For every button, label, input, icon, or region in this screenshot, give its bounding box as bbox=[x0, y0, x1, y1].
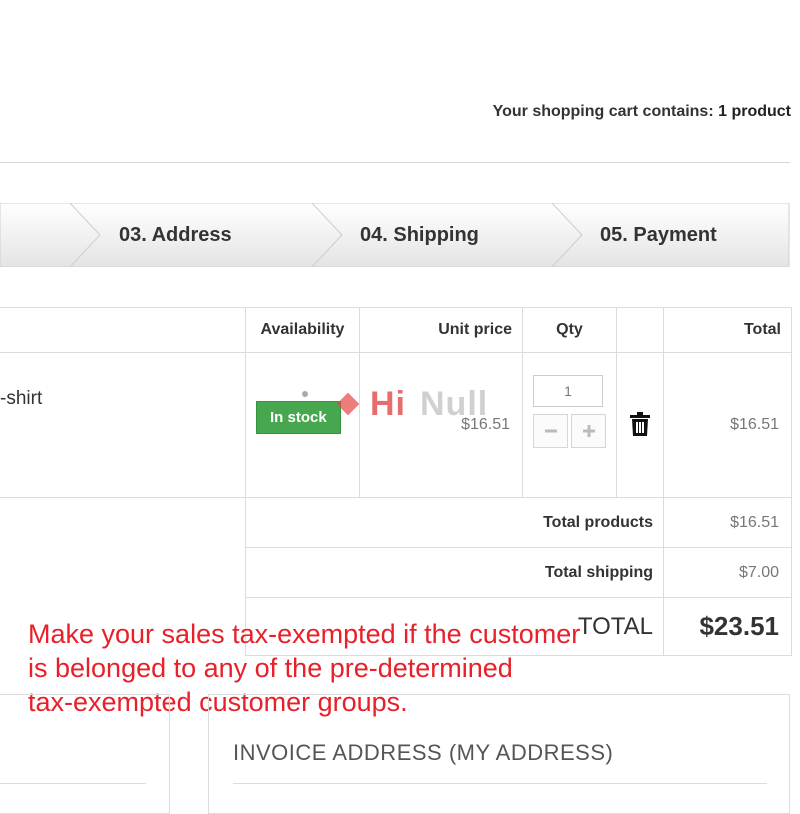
total-products-label: Total products bbox=[245, 497, 664, 548]
plus-icon bbox=[582, 424, 595, 437]
total-shipping-label: Total shipping bbox=[245, 547, 664, 598]
address-box-left-divider bbox=[0, 783, 146, 784]
line-total-cell: $16.51 bbox=[663, 352, 792, 498]
invoice-address-title: INVOICE ADDRESS (MY ADDRESS) bbox=[233, 740, 614, 765]
annotation-line-2: is belonged to any of the pre-determined bbox=[28, 653, 513, 683]
cart-table: Availability Unit price Qty Total -shirt… bbox=[0, 307, 792, 656]
column-header-availability: Availability bbox=[245, 307, 360, 353]
address-box-left bbox=[0, 694, 170, 814]
quantity-input[interactable] bbox=[533, 374, 603, 407]
total-products-value: $16.51 bbox=[663, 497, 792, 548]
column-header-qty: Qty bbox=[522, 307, 617, 353]
header-divider bbox=[0, 162, 790, 163]
annotation-line-1: Make your sales tax-exempted if the cust… bbox=[28, 619, 581, 649]
trash-icon[interactable] bbox=[630, 412, 650, 436]
step-shipping[interactable]: 04. Shipping bbox=[360, 224, 479, 247]
watermark: Hi Null bbox=[302, 385, 488, 424]
delete-cell bbox=[616, 352, 664, 498]
column-header-total: Total bbox=[663, 307, 792, 353]
grand-total-value: $23.51 bbox=[663, 597, 792, 656]
minus-icon bbox=[544, 429, 557, 432]
column-header-delete bbox=[616, 307, 664, 353]
watermark-diamond-icon bbox=[336, 392, 360, 416]
watermark-null: Null bbox=[420, 385, 489, 423]
total-products-row: Total products $16.51 bbox=[0, 497, 792, 656]
line-total: $16.51 bbox=[730, 416, 779, 433]
total-shipping-value: $7.00 bbox=[663, 547, 792, 598]
decrement-button[interactable] bbox=[533, 413, 568, 448]
watermark-hi: Hi bbox=[370, 385, 406, 423]
watermark-dot bbox=[302, 391, 308, 397]
checkout-steps: 03. Address 04. Shipping 05. Payment bbox=[0, 203, 790, 267]
table-header-row: Availability Unit price Qty Total bbox=[0, 307, 792, 353]
cart-summary-prefix: Your shopping cart contains: bbox=[492, 103, 714, 120]
table-row: -shirt In stock $16.51 1 $16.51 bbox=[0, 352, 792, 498]
cart-summary-count: 1 product bbox=[718, 103, 791, 120]
quantity-stepper bbox=[533, 413, 606, 448]
availability-cell: In stock bbox=[245, 352, 360, 498]
column-header-unit-price: Unit price bbox=[359, 307, 523, 353]
product-description-cell: -shirt bbox=[0, 352, 246, 498]
column-header-description bbox=[0, 307, 246, 353]
step-payment[interactable]: 05. Payment bbox=[600, 224, 717, 247]
cart-summary: Your shopping cart contains: 1 product bbox=[493, 103, 791, 121]
invoice-address-box: INVOICE ADDRESS (MY ADDRESS) bbox=[208, 694, 790, 814]
qty-cell bbox=[522, 352, 617, 498]
step-address[interactable]: 03. Address bbox=[119, 224, 232, 247]
invoice-address-divider bbox=[233, 783, 767, 784]
product-name[interactable]: -shirt bbox=[0, 388, 245, 410]
increment-button[interactable] bbox=[571, 413, 606, 448]
unit-price-cell: $16.51 bbox=[359, 352, 523, 498]
